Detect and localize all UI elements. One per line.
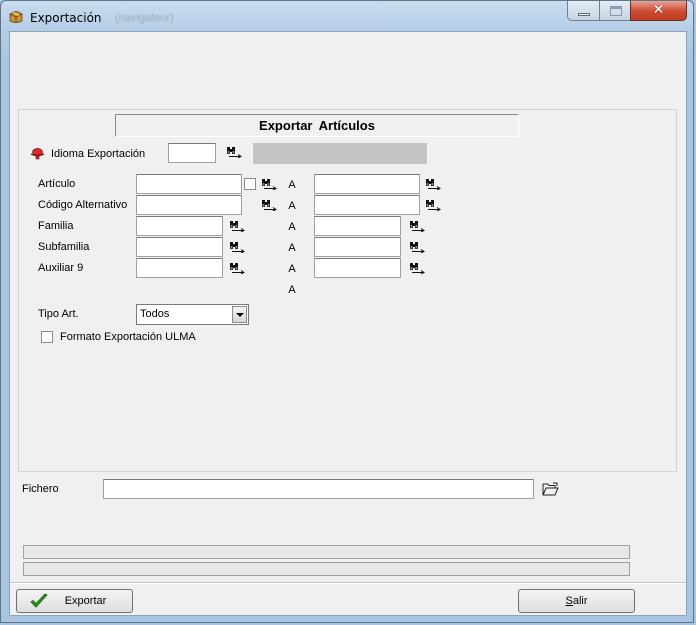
subfamilia-label: Subfamilia: [38, 241, 90, 253]
exportar-button[interactable]: Exportar: [16, 589, 133, 613]
subfamilia-to-input[interactable]: [314, 237, 401, 257]
subfamilia-from-input[interactable]: [136, 237, 223, 257]
articulo-label: Artículo: [38, 178, 76, 190]
tipo-art-select[interactable]: Todos: [136, 304, 249, 325]
binoculars-arrow-icon[interactable]: [409, 241, 426, 253]
auxiliar-9-label: Auxiliar 9: [38, 262, 84, 274]
range-separator: A: [288, 200, 296, 212]
familia-from-input[interactable]: [136, 216, 223, 236]
window-title-extra: (navigateur): [115, 12, 174, 24]
progress-bar-primary: [23, 545, 630, 559]
binoculars-arrow-icon[interactable]: [261, 199, 278, 211]
binoculars-arrow-icon[interactable]: [409, 220, 426, 232]
binoculars-arrow-icon[interactable]: [229, 241, 246, 253]
chevron-down-icon[interactable]: [232, 306, 247, 323]
familia-to-input[interactable]: [314, 216, 401, 236]
binoculars-arrow-icon[interactable]: [261, 178, 278, 190]
binoculars-arrow-icon[interactable]: [229, 220, 246, 232]
range-separator: A: [288, 284, 296, 296]
tipo-art-value: Todos: [140, 308, 170, 320]
green-check-icon: [30, 593, 48, 608]
articulo-checkbox[interactable]: [244, 178, 256, 190]
package-icon: [9, 11, 23, 23]
progress-bar-secondary: [23, 562, 630, 576]
range-separator: A: [288, 221, 296, 233]
binoculars-arrow-icon[interactable]: [229, 262, 246, 274]
idioma-label: Idioma Exportación: [51, 148, 146, 160]
salir-button[interactable]: Salir: [518, 589, 635, 613]
binoculars-arrow-icon[interactable]: [409, 262, 426, 274]
articulo-to-input[interactable]: [314, 174, 420, 194]
range-separator: A: [288, 179, 296, 191]
codigo-alternativo-from-input[interactable]: [136, 195, 242, 215]
codigo-alternativo-to-input[interactable]: [314, 195, 420, 215]
binoculars-arrow-icon[interactable]: [425, 199, 442, 211]
fichero-input[interactable]: [103, 479, 534, 499]
close-button[interactable]: ✕: [630, 1, 687, 21]
auxiliar-9-from-input[interactable]: [136, 258, 223, 278]
idioma-input[interactable]: [168, 143, 216, 163]
minimize-button[interactable]: [567, 1, 600, 21]
fichero-label: Fichero: [22, 483, 59, 495]
binoculars-arrow-icon[interactable]: [226, 146, 243, 158]
salir-mnemonic: S: [565, 595, 573, 607]
client-area: Exportar Artículos Idioma Exportación Ar…: [9, 31, 687, 616]
binoculars-arrow-icon[interactable]: [425, 178, 442, 190]
articulo-from-input[interactable]: [136, 174, 242, 194]
title-bar[interactable]: Exportación (navigateur) ✕: [1, 1, 695, 31]
close-icon: ✕: [652, 2, 665, 18]
maximize-icon: [610, 6, 622, 16]
auxiliar-9-to-input[interactable]: [314, 258, 401, 278]
button-separator: [10, 582, 686, 584]
maximize-button: [599, 1, 631, 21]
red-hat-icon: [30, 148, 45, 160]
open-folder-icon[interactable]: [542, 482, 559, 496]
header-panel: Exportar Artículos: [115, 114, 519, 137]
page-title: Exportar Artículos: [259, 118, 375, 133]
formato-ulma-checkbox[interactable]: [41, 331, 53, 343]
salir-button-label: alir: [572, 595, 588, 607]
idioma-description: [253, 143, 427, 164]
familia-label: Familia: [38, 220, 74, 232]
window-title: Exportación: [30, 11, 102, 25]
range-separator: A: [288, 263, 296, 275]
tipo-art-label: Tipo Art.: [38, 308, 79, 320]
exportar-button-label: Exportar: [64, 595, 107, 607]
range-separator: A: [288, 242, 296, 254]
codigo-alternativo-label: Código Alternativo: [38, 199, 128, 211]
export-window: Exportación (navigateur) ✕ Exportar Artí…: [0, 0, 694, 623]
formato-ulma-label: Formato Exportación ULMA: [60, 331, 196, 343]
minimize-icon: [578, 13, 590, 16]
